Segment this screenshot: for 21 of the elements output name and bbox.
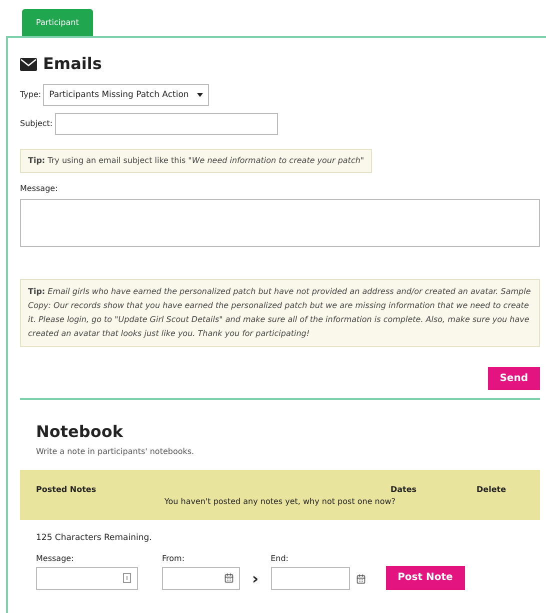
notebook-heading: Notebook [36, 421, 124, 443]
message-label: Message: [20, 183, 59, 195]
arrow-icon: › [244, 566, 267, 590]
type-label: Type: [20, 89, 42, 101]
subject-label: Subject: [20, 118, 53, 130]
emails-heading: Emails [43, 53, 102, 75]
empty-message: You haven't posted any notes yet, why not post one now? [164, 496, 396, 508]
column-header: Dates [390, 484, 417, 496]
type-dropdown[interactable]: Participants Missing Patch Action [43, 84, 209, 106]
end-label: End: [270, 552, 290, 565]
send-button[interactable]: Send [488, 367, 540, 390]
tip-box: Tip: Email girls who have earned the personalized patch but have not provided an address and/or created an avatar. Sample Copy: Our records show that you have earned the personalized patch but we are missing information that we need to create it. Please login, go to "Update Girl Scout Details" and make sure all of the information is complete. Also, make sure you have created an avatar that looks just like you. Thank you for participating! [20, 279, 540, 347]
notebook-subtitle: Write a note in participants' notebooks. [36, 446, 196, 458]
participant-tab[interactable]: Participant [22, 9, 93, 36]
from-label: From: [162, 552, 186, 565]
post-note-button[interactable]: Post Note [386, 566, 465, 590]
column-header: Delete [476, 484, 506, 496]
tip-box: Tip: Try using an email subject like this "We need information to create your patch" [20, 149, 372, 173]
column-header: Posted Notes [36, 484, 96, 496]
characters-remaining: 125 Characters Remaining. [36, 532, 153, 545]
message-label: Message: [36, 552, 75, 565]
